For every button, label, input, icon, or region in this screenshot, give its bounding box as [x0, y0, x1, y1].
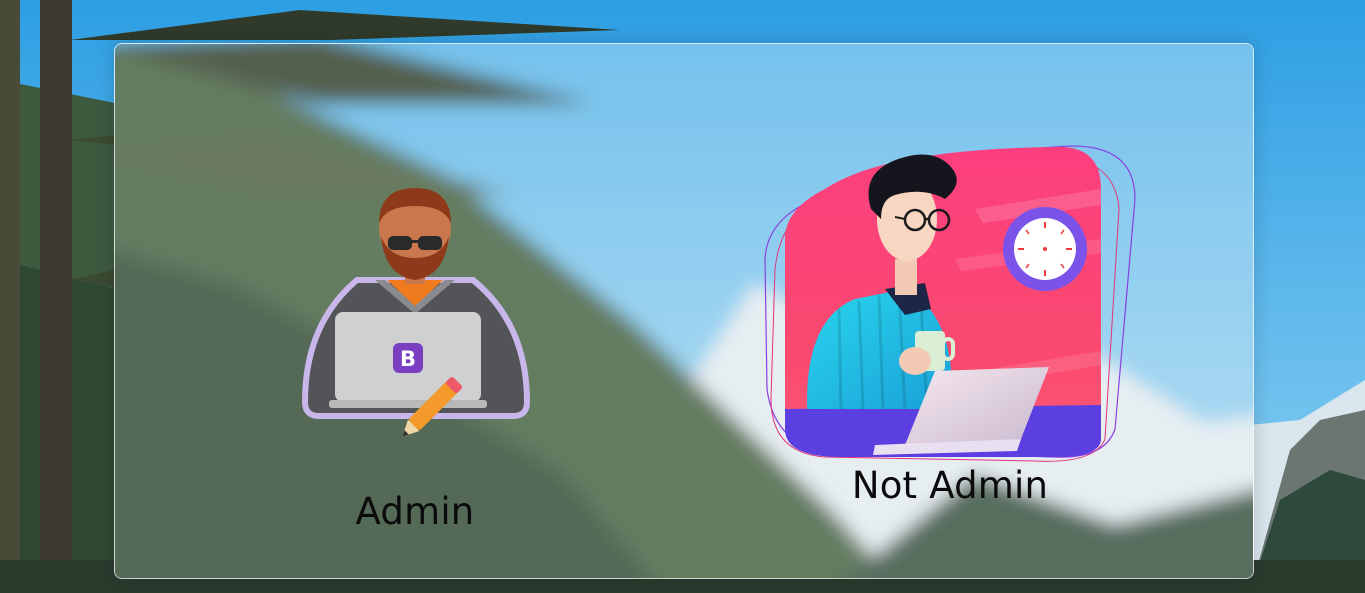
developer-with-laptop-icon: B: [301, 188, 531, 437]
not-admin-option[interactable]: Not Admin: [755, 139, 1145, 519]
bootstrap-badge-letter: B: [400, 347, 416, 371]
not-admin-label[interactable]: Not Admin: [755, 464, 1145, 507]
admin-option[interactable]: B Admin: [295, 184, 535, 544]
man-with-coffee-and-laptop-icon: [764, 145, 1136, 462]
admin-label[interactable]: Admin: [295, 490, 535, 533]
role-selection-panel: B Admin Not Admin: [114, 43, 1254, 579]
